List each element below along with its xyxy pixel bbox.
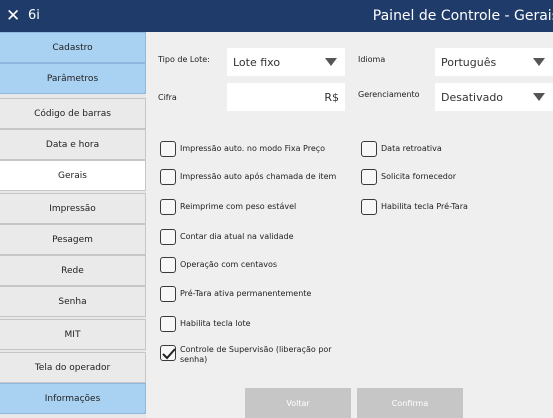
checkbox-label: Habilita tecla Pré-Tara (381, 202, 468, 211)
sidebar-item-label: Informações (44, 393, 101, 404)
sidebar-item-label: Cadastro (52, 42, 93, 53)
settings-panel: Tipo de Lote: Lote fixo Idioma Português… (147, 32, 553, 418)
gerenciamento-label: Gerenciamento (358, 90, 420, 99)
tipo-lote-select[interactable]: Lote fixo (227, 48, 345, 76)
cifra-input[interactable]: R$ (227, 83, 345, 111)
checkbox-label: Contar dia atual na validade (180, 232, 294, 241)
checkbox-box[interactable] (160, 286, 176, 302)
idioma-label: Idioma (358, 55, 386, 64)
sidebar-item-senha[interactable]: Senha (0, 286, 146, 317)
sidebar-item-label: Gerais (58, 170, 87, 181)
sidebar-item-label: Tela do operador (34, 362, 111, 373)
gerenciamento-select[interactable]: Desativado (435, 83, 553, 111)
close-icon[interactable]: ✕ (6, 5, 20, 27)
checkbox-box-checked[interactable] (160, 345, 176, 361)
sidebar-item-label: Data e hora (45, 139, 100, 150)
sidebar-item-informacoes[interactable]: Informações (0, 383, 146, 414)
app-label: 6i (28, 8, 40, 23)
back-button[interactable]: Voltar (245, 388, 351, 418)
checkbox-controle-supervisao[interactable]: Controle de Supervisão (liberação por se… (160, 345, 350, 365)
checkbox-label: Data retroativa (381, 144, 442, 153)
checkbox-label: Pré-Tara ativa permanentemente (180, 289, 312, 298)
checkbox-habilita-pre-tara[interactable]: Habilita tecla Pré-Tara (361, 199, 468, 215)
checkbox-impressao-chamada-item[interactable]: Impressão auto após chamada de item (160, 169, 336, 185)
sidebar-item-tela-do-operador[interactable]: Tela do operador (0, 352, 146, 383)
confirm-button[interactable]: Confirma (357, 388, 463, 418)
cifra-label: Cifra (158, 93, 177, 102)
checkbox-box[interactable] (160, 257, 176, 273)
checkbox-label: Reimprime com peso estável (180, 202, 297, 211)
checkbox-label: Operação com centavos (180, 260, 278, 269)
checkbox-reimprime-peso-estavel[interactable]: Reimprime com peso estável (160, 199, 296, 215)
sidebar-item-label: Código de barras (34, 108, 111, 119)
sidebar-item-cadastro[interactable]: Cadastro (0, 32, 146, 63)
sidebar-item-gerais[interactable]: Gerais (0, 160, 146, 191)
checkbox-box[interactable] (160, 316, 176, 332)
checkbox-box[interactable] (361, 199, 377, 215)
sidebar-item-data-e-hora[interactable]: Data e hora (0, 129, 146, 160)
checkbox-box[interactable] (160, 229, 176, 245)
checkbox-label: Impressão auto após chamada de item (180, 172, 337, 181)
idioma-select[interactable]: Português (435, 48, 553, 76)
sidebar-item-label: MIT (64, 329, 81, 340)
checkbox-label: Habilita tecla lote (180, 319, 251, 328)
checkbox-box[interactable] (160, 141, 176, 157)
checkbox-label: Controle de Supervisão (liberação por se… (180, 345, 332, 364)
sidebar-item-rede[interactable]: Rede (0, 255, 146, 286)
sidebar-item-label: Parâmetros (46, 73, 99, 84)
sidebar-item-label: Rede (61, 265, 84, 276)
checkmark-icon (162, 348, 176, 360)
chevron-down-icon (533, 93, 545, 101)
sidebar-item-impressao[interactable]: Impressão (0, 193, 146, 224)
checkbox-solicita-fornecedor[interactable]: Solicita fornecedor (361, 169, 456, 185)
checkbox-box[interactable] (160, 169, 176, 185)
checkbox-impressao-fixa-preco[interactable]: Impressão auto. no modo Fixa Preço (160, 141, 325, 157)
sidebar-item-label: Impressão (49, 203, 96, 214)
sidebar-item-parametros[interactable]: Parâmetros (0, 63, 146, 94)
checkbox-contar-dia-atual[interactable]: Contar dia atual na validade (160, 229, 294, 245)
sidebar-item-mit[interactable]: MIT (0, 319, 146, 350)
gerenciamento-value: Desativado (441, 90, 504, 104)
chevron-down-icon (325, 58, 337, 66)
cifra-value: R$ (324, 90, 339, 104)
sidebar-item-label: Pesagem (52, 234, 93, 245)
checkbox-habilita-tecla-lote[interactable]: Habilita tecla lote (160, 316, 251, 332)
sidebar: Cadastro Parâmetros Código de barras Dat… (0, 32, 146, 418)
checkbox-data-retroativa[interactable]: Data retroativa (361, 141, 442, 157)
sidebar-item-label: Senha (58, 296, 87, 307)
checkbox-box[interactable] (361, 169, 377, 185)
chevron-down-icon (533, 58, 545, 66)
tipo-lote-label: Tipo de Lote: (158, 55, 210, 64)
checkbox-box[interactable] (160, 199, 176, 215)
checkbox-operacao-centavos[interactable]: Operação com centavos (160, 257, 277, 273)
checkbox-label: Solicita fornecedor (381, 172, 457, 181)
idioma-value: Português (441, 55, 497, 69)
window-title: Painel de Controle - Gerais (372, 8, 553, 24)
checkbox-label: Impressão auto. no modo Fixa Preço (180, 144, 326, 153)
checkbox-pre-tara-permanente[interactable]: Pré-Tara ativa permanentemente (160, 286, 311, 302)
checkbox-box[interactable] (361, 141, 377, 157)
sidebar-item-codigo-de-barras[interactable]: Código de barras (0, 98, 146, 129)
sidebar-item-pesagem[interactable]: Pesagem (0, 224, 146, 255)
tipo-lote-value: Lote fixo (233, 55, 281, 69)
title-bar: ✕ 6i Painel de Controle - Gerais (0, 0, 553, 32)
